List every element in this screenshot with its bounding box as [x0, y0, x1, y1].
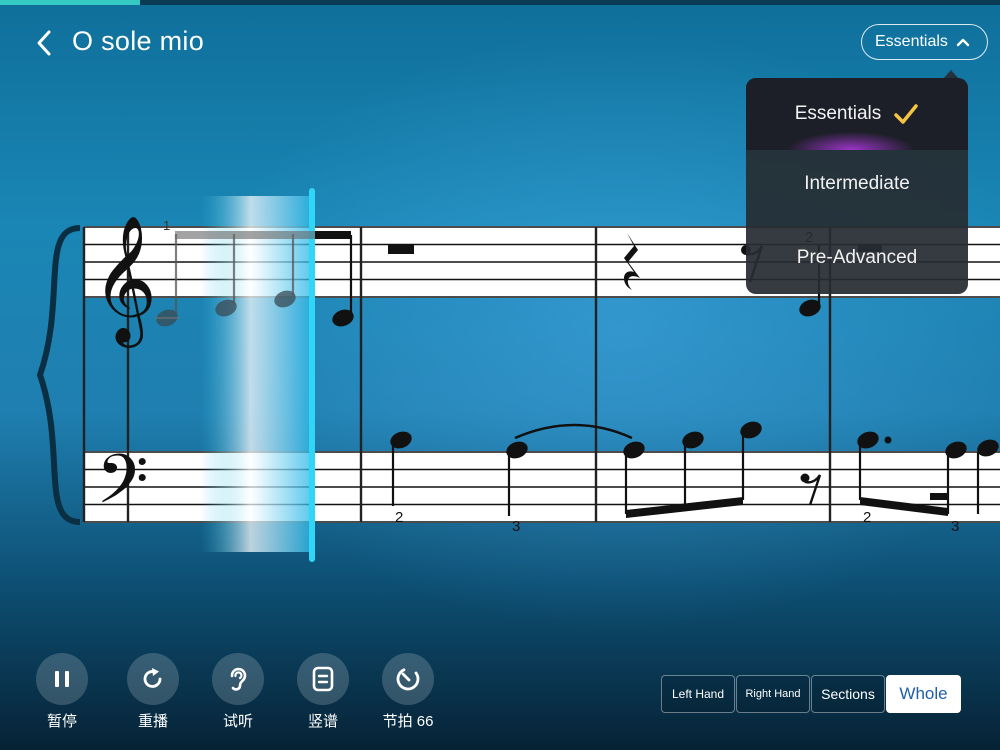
mode-left-hand[interactable]: Left Hand [661, 675, 735, 713]
fingering-label: 3 [512, 518, 520, 535]
mode-whole[interactable]: Whole [886, 675, 961, 713]
listen-button[interactable]: 试听 [208, 653, 268, 731]
playback-highlight [200, 196, 312, 552]
bass-clef-icon: 𝄢 [96, 441, 149, 536]
vertical-score-button[interactable]: 竖谱 [293, 653, 353, 731]
mode-sections[interactable]: Sections [811, 675, 885, 713]
fingering-label: 2 [395, 509, 403, 526]
vertical-score-icon [312, 666, 334, 692]
replay-button[interactable]: 重播 [123, 653, 183, 731]
metronome-label: 节拍 66 [382, 713, 434, 730]
pause-button[interactable]: 暂停 [32, 653, 92, 731]
level-option-label: Intermediate [804, 173, 910, 194]
pause-icon [55, 671, 69, 687]
treble-clef-icon: 𝄞 [92, 214, 157, 348]
mode-right-hand[interactable]: Right Hand [736, 675, 810, 713]
ear-icon [230, 667, 247, 691]
metronome-icon [396, 668, 420, 691]
level-dropdown-menu: Essentials Intermediate Pre-Advanced [746, 78, 968, 294]
listen-label: 试听 [222, 713, 253, 730]
mode-whole-label: Whole [899, 684, 948, 703]
level-option-essentials[interactable]: Essentials [746, 78, 968, 150]
replay-label: 重播 [137, 713, 168, 730]
checkmark-icon [894, 104, 919, 124]
vertical-score-label: 竖谱 [307, 713, 338, 730]
level-option-pre-advanced[interactable]: Pre-Advanced [746, 222, 968, 294]
grand-staff-brace [36, 225, 81, 525]
fingering-label: 3 [951, 518, 959, 535]
mode-left-hand-label: Left Hand [671, 687, 725, 701]
level-option-intermediate[interactable]: Intermediate [746, 148, 968, 220]
level-option-label: Essentials [794, 103, 882, 124]
pause-label: 暂停 [46, 713, 77, 730]
level-option-label: Pre-Advanced [796, 247, 918, 268]
mode-right-hand-label: Right Hand [745, 688, 801, 700]
fingering-label: 2 [863, 509, 871, 526]
metronome-button[interactable]: 节拍 66 [378, 653, 438, 731]
playback-cursor [309, 188, 315, 562]
replay-icon [143, 668, 162, 688]
mode-sections-label: Sections [821, 686, 875, 702]
measure-number: 1 [163, 218, 170, 233]
